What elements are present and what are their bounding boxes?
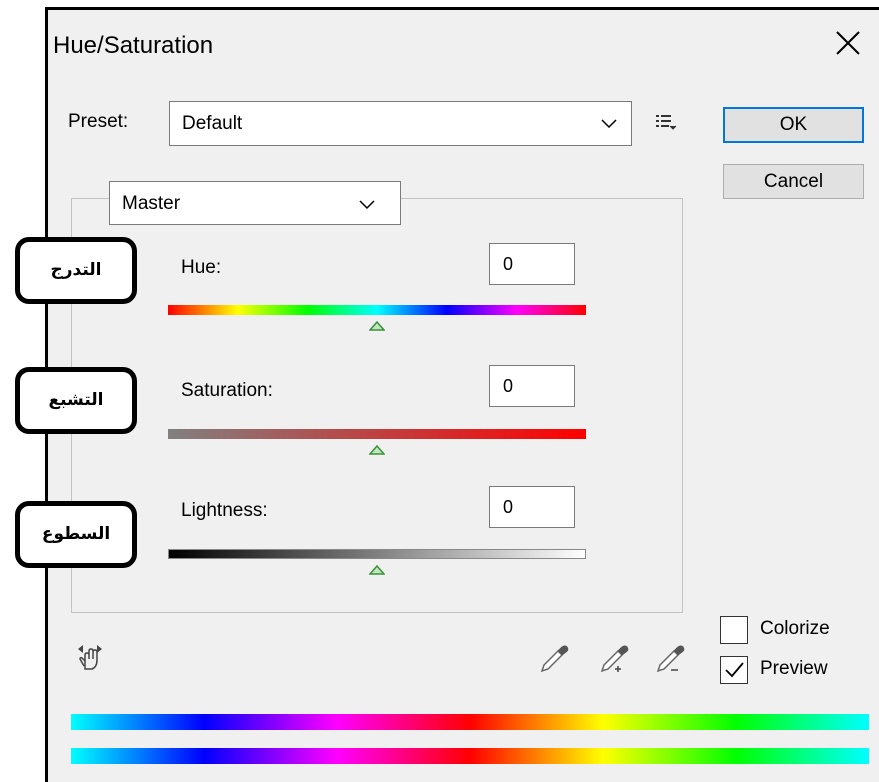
hue-input[interactable]: 0: [489, 243, 575, 285]
hue-slider-track[interactable]: [168, 305, 586, 315]
hue-saturation-dialog: Hue/Saturation Preset: Default OK Cancel…: [15, 7, 879, 782]
source-spectrum-bar: [71, 714, 869, 730]
eyedropper-plus-icon[interactable]: [598, 643, 630, 675]
list-menu-icon[interactable]: [654, 112, 678, 132]
lightness-input[interactable]: 0: [489, 486, 575, 528]
eyedropper-minus-icon[interactable]: [654, 643, 686, 675]
preview-checkbox[interactable]: [720, 656, 748, 684]
close-icon[interactable]: [833, 28, 863, 58]
checkmark-icon: [725, 662, 744, 678]
saturation-input[interactable]: 0: [489, 365, 575, 407]
channel-value: Master: [122, 193, 181, 214]
preset-dropdown[interactable]: Default: [169, 101, 632, 146]
saturation-label: Saturation:: [181, 380, 273, 401]
cancel-button[interactable]: Cancel: [723, 164, 864, 199]
saturation-annotation-callout: التشبع: [15, 367, 137, 434]
preset-label: Preset:: [68, 111, 129, 132]
chevron-down-icon: [359, 200, 375, 210]
result-spectrum-bar: [71, 748, 869, 764]
preview-label: Preview: [760, 658, 828, 679]
preset-value: Default: [182, 113, 243, 134]
ok-button[interactable]: OK: [723, 107, 864, 143]
lightness-slider-thumb[interactable]: [369, 565, 385, 575]
colorize-label: Colorize: [760, 618, 830, 639]
lightness-label: Lightness:: [181, 500, 268, 521]
hand-adjust-icon[interactable]: [75, 643, 105, 671]
saturation-slider-track[interactable]: [168, 429, 586, 439]
chevron-down-icon: [601, 119, 617, 129]
eyedropper-icon[interactable]: [538, 643, 570, 675]
colorize-checkbox[interactable]: [720, 616, 748, 644]
saturation-slider-thumb[interactable]: [369, 445, 385, 455]
channel-dropdown[interactable]: Master: [109, 181, 401, 225]
lightness-slider-track[interactable]: [168, 549, 586, 559]
hue-label: Hue:: [181, 257, 222, 278]
lightness-annotation-callout: السطوع: [15, 501, 137, 568]
hue-slider-thumb[interactable]: [369, 321, 385, 331]
hue-annotation-callout: التدرج: [15, 237, 137, 304]
dialog-title: Hue/Saturation: [53, 32, 214, 59]
